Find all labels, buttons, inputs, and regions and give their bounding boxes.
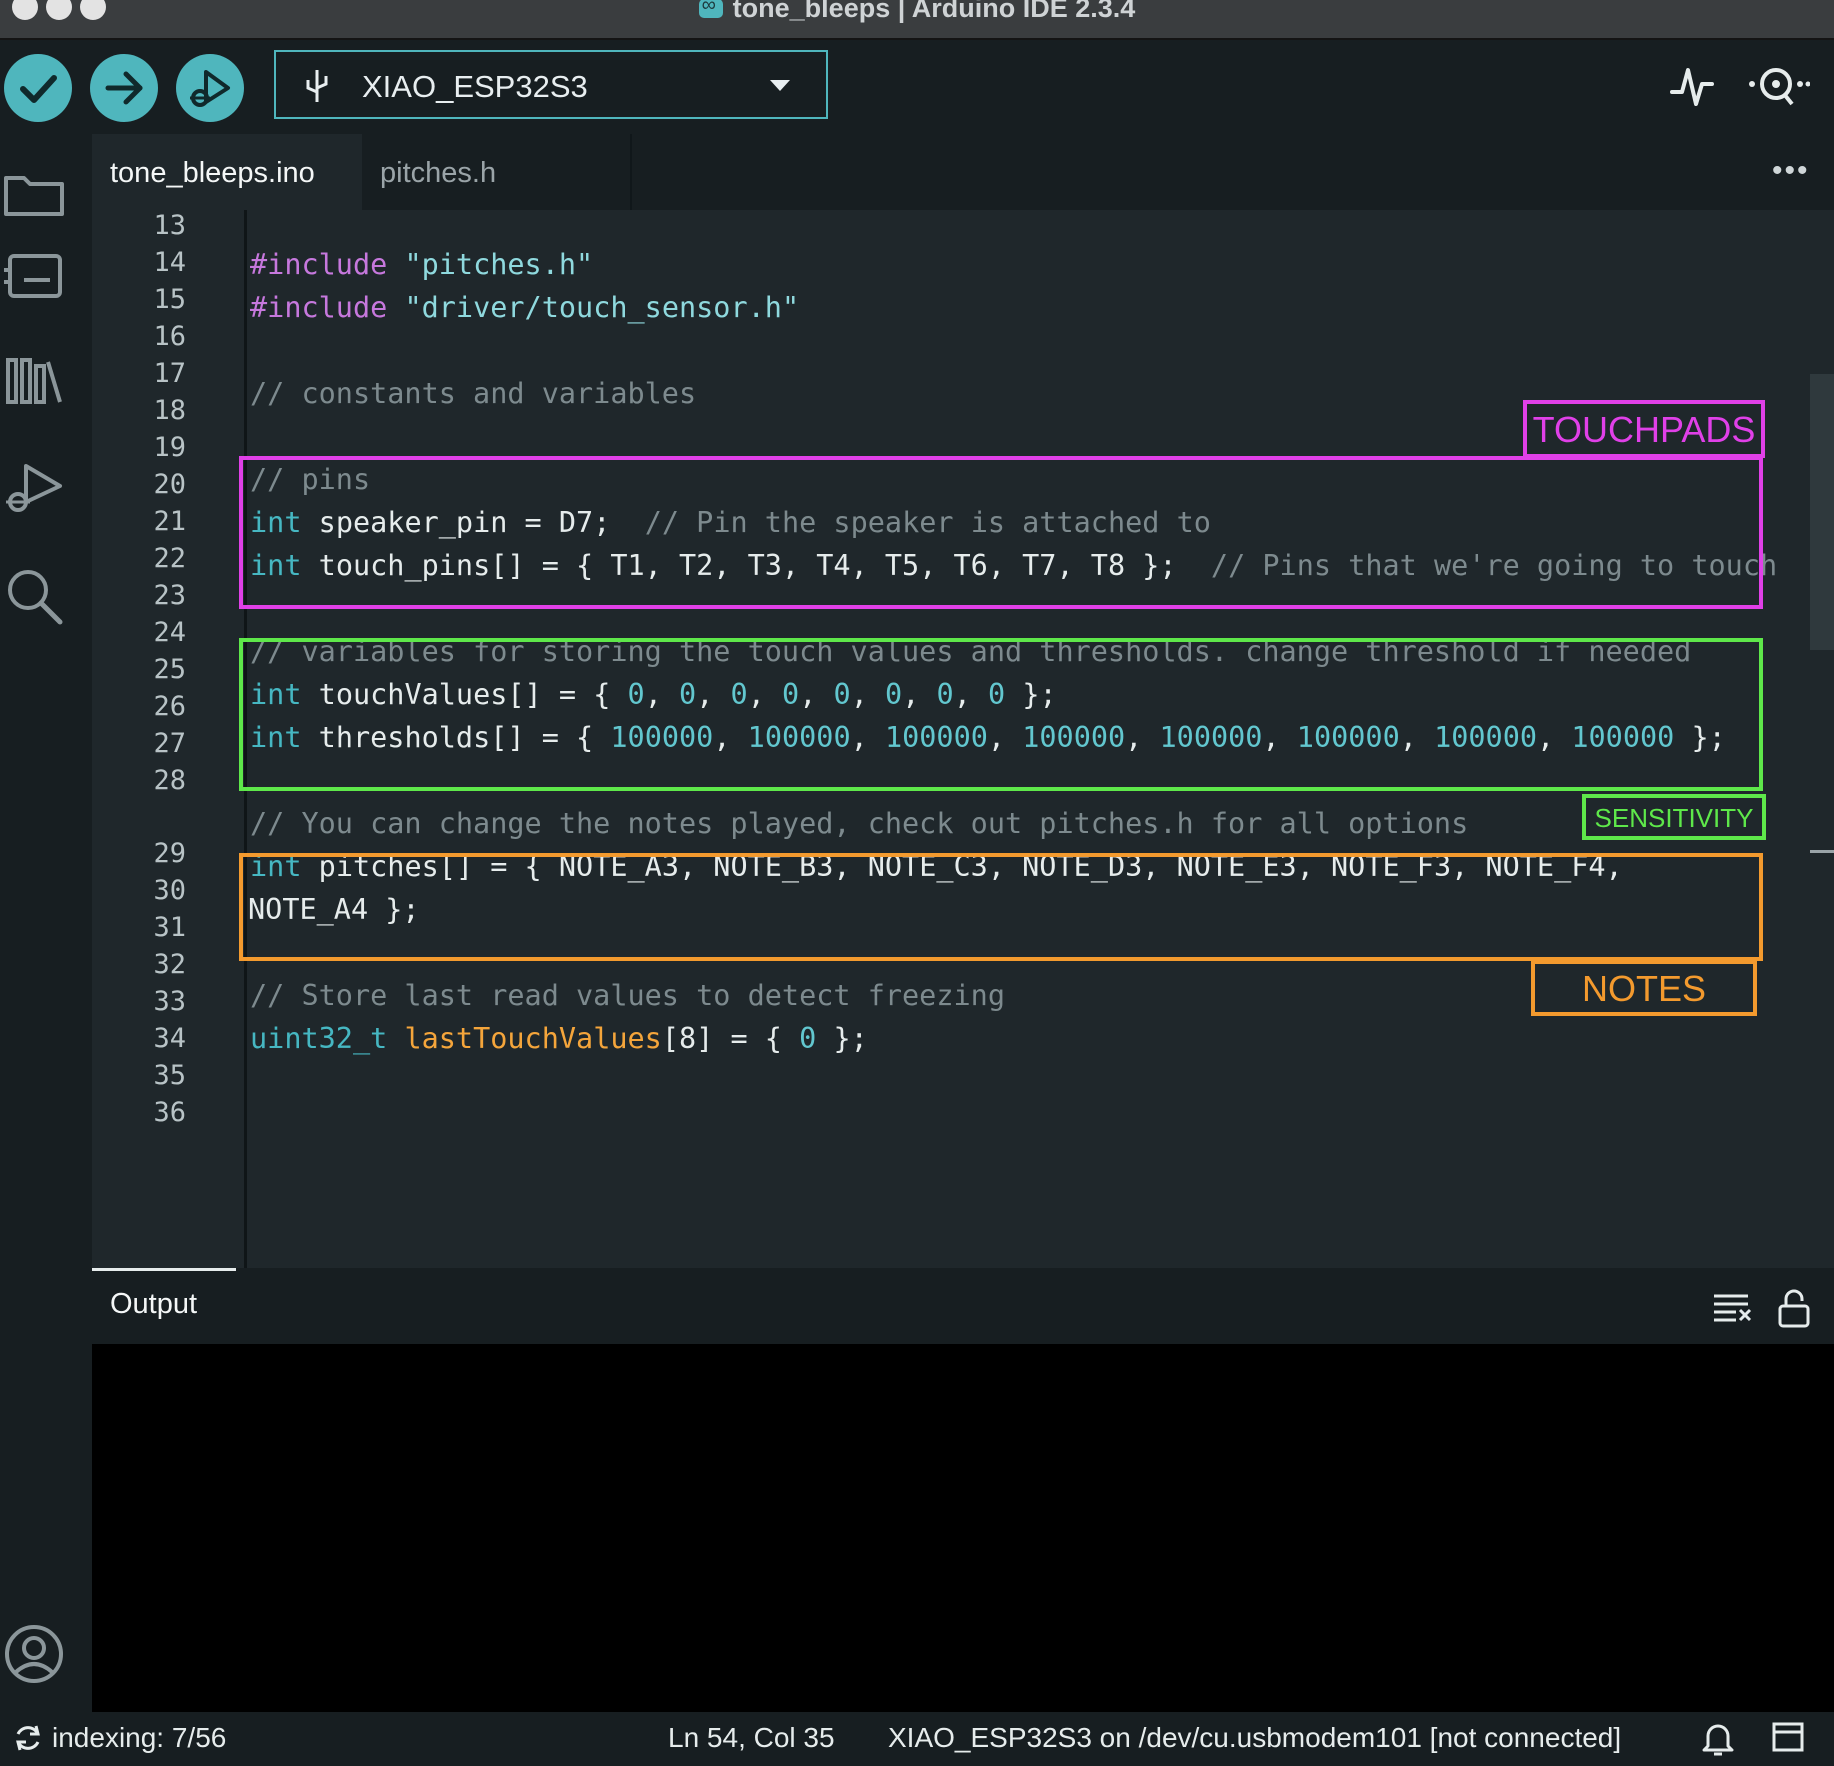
profile-icon[interactable] — [2, 1622, 66, 1686]
code-line-15: #include "driver/touch_sensor.h" — [250, 291, 800, 324]
output-title[interactable]: Output — [110, 1288, 197, 1321]
line-number: 36 — [153, 1097, 186, 1128]
library-manager-icon[interactable] — [2, 350, 66, 410]
line-number: 28 — [153, 765, 186, 796]
debug-button[interactable] — [176, 54, 244, 122]
clear-output-icon[interactable] — [1712, 1290, 1752, 1324]
notes-highlight-box — [239, 853, 1763, 961]
tab-tone-bleeps-ino[interactable]: tone_bleeps.ino — [92, 134, 362, 210]
code-line-31: uint32_t lastTouchValues[8] = { 0 }; — [250, 1022, 868, 1055]
touchpads-highlight-box — [239, 456, 1763, 609]
window-title: tone_bleeps | Arduino IDE 2.3.4 — [0, 0, 1834, 24]
output-console[interactable] — [92, 1344, 1834, 1712]
arduino-logo-icon — [698, 0, 723, 18]
boards-manager-icon[interactable] — [2, 246, 66, 306]
notes-label: NOTES — [1531, 960, 1757, 1016]
usb-icon — [306, 70, 328, 102]
sensitivity-label: SENSITIVITY — [1582, 794, 1766, 840]
board-connection-status[interactable]: XIAO_ESP32S3 on /dev/cu.usbmodem101 [not… — [888, 1722, 1621, 1754]
serial-monitor-button[interactable] — [1748, 62, 1810, 108]
board-selector[interactable]: XIAO_ESP32S3 — [274, 50, 828, 119]
code-line-17: // constants and variables — [250, 377, 697, 410]
code-line-14: #include "pitches.h" — [250, 248, 594, 281]
tab-pitches-h[interactable]: pitches.h — [362, 134, 632, 210]
output-panel-header: Output — [92, 1268, 1834, 1344]
debug-icon — [190, 70, 230, 107]
debug-view-icon[interactable] — [2, 458, 66, 522]
upload-button[interactable] — [90, 54, 158, 122]
status-bar: indexing: 7/56 Ln 54, Col 35 XIAO_ESP32S… — [0, 1712, 1834, 1766]
toolbar: XIAO_ESP32S3 — [0, 40, 1834, 134]
sensitivity-highlight-box — [239, 638, 1763, 791]
sync-icon — [16, 1725, 40, 1751]
editor-tabs: tone_bleeps.ino pitches.h ••• — [92, 134, 1834, 210]
scrollbar-marker — [1810, 850, 1834, 853]
activity-bar — [0, 134, 90, 1712]
code-line-30: // Store last read values to detect free… — [250, 979, 1005, 1012]
search-icon[interactable] — [2, 564, 66, 628]
bell-icon[interactable] — [1702, 1720, 1734, 1756]
arrow-right-icon — [105, 71, 143, 105]
output-tab-indicator — [92, 1268, 236, 1271]
window-title-bar: tone_bleeps | Arduino IDE 2.3.4 — [0, 0, 1834, 40]
toggle-panel-icon[interactable] — [1772, 1722, 1804, 1752]
code-line-27: // You can change the notes played, chec… — [250, 807, 1469, 840]
cursor-position[interactable]: Ln 54, Col 35 — [668, 1722, 835, 1754]
sketchbook-folder-icon[interactable] — [2, 164, 66, 220]
verify-button[interactable] — [4, 54, 72, 122]
touchpads-label: TOUCHPADS — [1523, 400, 1765, 458]
checkmark-icon — [20, 75, 57, 103]
indexing-status: indexing: 7/56 — [52, 1722, 227, 1753]
unlock-icon[interactable] — [1776, 1288, 1812, 1328]
editor-scrollbar[interactable] — [1810, 374, 1834, 650]
serial-plotter-button[interactable] — [1670, 62, 1714, 108]
chevron-down-icon — [770, 80, 790, 91]
more-options-icon[interactable]: ••• — [1772, 154, 1810, 188]
